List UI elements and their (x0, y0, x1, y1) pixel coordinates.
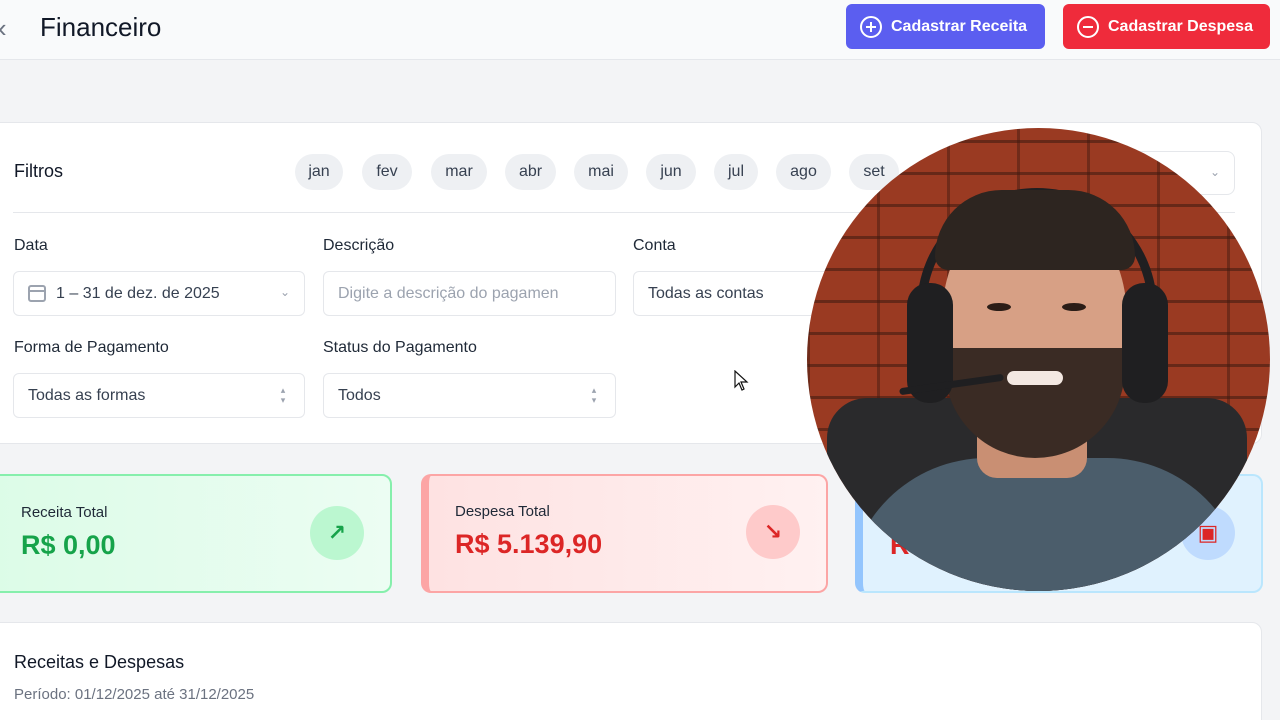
month-chip-mar[interactable]: mar (431, 154, 487, 190)
date-range-value: 1 – 31 de dez. de 2025 (56, 284, 220, 302)
conta-label: Conta (633, 237, 676, 254)
month-chip-ago[interactable]: ago (776, 154, 831, 190)
month-chip-jan[interactable]: jan (295, 154, 343, 190)
trending-down-icon: ↘ (746, 505, 800, 559)
presenter-eye (1062, 303, 1086, 311)
periodo-text: Período: 01/12/2025 até 31/12/2025 (14, 686, 255, 703)
updown-icon: ▴ ▾ (280, 385, 286, 405)
cadastrar-despesa-label: Cadastrar Despesa (1108, 17, 1253, 35)
cadastrar-receita-button[interactable]: Cadastrar Receita (846, 4, 1045, 49)
cadastrar-receita-label: Cadastrar Receita (891, 17, 1028, 35)
date-range-picker[interactable]: 1 – 31 de dez. de 2025 ⌄ (13, 271, 305, 316)
presenter-eye (987, 303, 1011, 311)
descricao-input[interactable]: Digite a descrição do pagamen (323, 271, 616, 316)
forma-pagamento-label: Forma de Pagamento (14, 339, 169, 356)
status-pagamento-select[interactable]: Todos ▴ ▾ (323, 373, 616, 418)
month-chip-jul[interactable]: jul (714, 154, 758, 190)
minus-circle-icon (1077, 15, 1099, 38)
month-chip-jun[interactable]: jun (646, 154, 696, 190)
presenter-mouth (1007, 371, 1063, 385)
receita-total-label: Receita Total (21, 504, 108, 521)
headset-earcup (1122, 283, 1168, 403)
chevron-down-icon: ⌄ (1209, 165, 1220, 179)
webcam-overlay (807, 128, 1270, 591)
descricao-label: Descrição (323, 237, 395, 254)
receitas-despesas-title: Receitas e Despesas (14, 652, 185, 672)
receita-total-value: R$ 0,00 (21, 530, 116, 560)
calendar-icon (28, 285, 46, 302)
cadastrar-despesa-button[interactable]: Cadastrar Despesa (1063, 4, 1270, 49)
month-chip-mai[interactable]: mai (574, 154, 628, 190)
plus-circle-icon (860, 15, 882, 38)
despesa-total-value: R$ 5.139,90 (455, 529, 603, 559)
chevron-left-icon[interactable]: ‹ (0, 14, 18, 42)
top-header: ‹ Financeiro Cadastrar Receita Cadastrar… (0, 0, 1280, 60)
status-pagamento-value: Todos (338, 386, 381, 404)
presenter-hair (935, 190, 1135, 270)
forma-pagamento-select[interactable]: Todas as formas ▴ ▾ (13, 373, 305, 418)
mouse-cursor-icon (734, 370, 749, 391)
month-chip-fev[interactable]: fev (362, 154, 412, 190)
conta-select[interactable]: Todas as contas (633, 271, 833, 316)
updown-icon: ▴ ▾ (591, 385, 597, 405)
page-title: Financeiro (40, 12, 162, 42)
chevron-down-icon: ⌄ (279, 285, 290, 299)
conta-value: Todas as contas (648, 284, 764, 302)
receitas-despesas-panel (0, 622, 1262, 720)
despesa-total-label: Despesa Total (455, 503, 550, 520)
data-label: Data (14, 237, 48, 254)
trending-up-icon: ↗ (310, 506, 364, 560)
forma-pagamento-value: Todas as formas (28, 386, 146, 404)
month-chip-abr[interactable]: abr (505, 154, 556, 190)
filters-title: Filtros (14, 161, 63, 181)
status-pagamento-label: Status do Pagamento (323, 339, 477, 356)
